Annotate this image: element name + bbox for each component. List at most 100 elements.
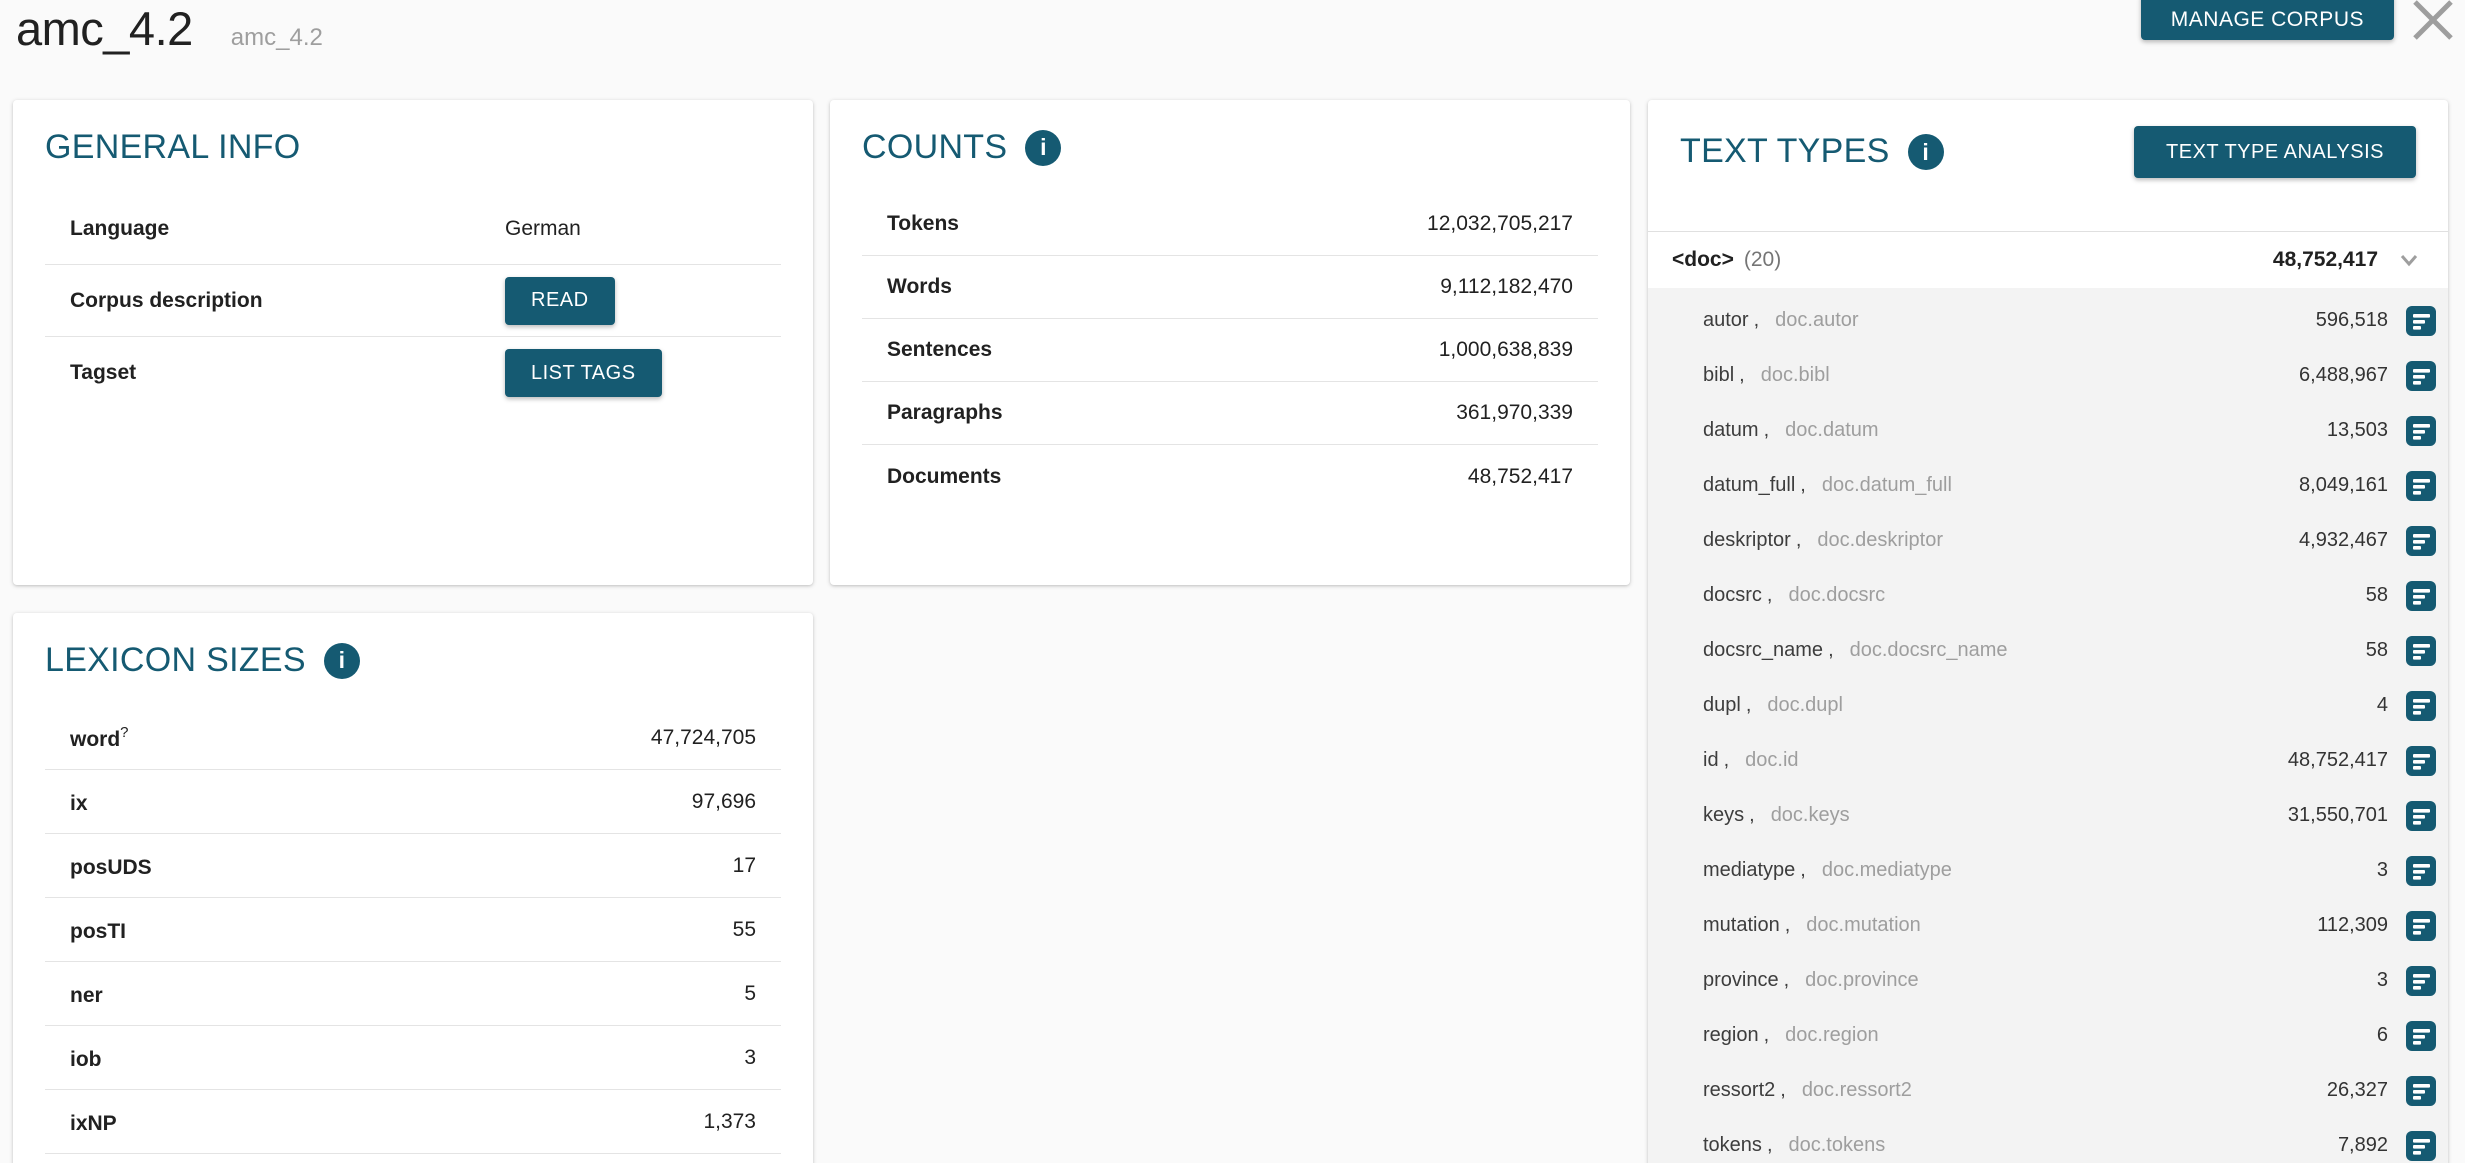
lexicon-attribute-value: 97,696: [692, 790, 756, 814]
doc-structure-row[interactable]: <doc> (20) 48,752,417: [1648, 231, 2448, 288]
attribute-name: deskriptor: [1703, 529, 1791, 552]
count-row: Documents 48,752,417: [862, 445, 1598, 508]
page-subtitle: amc_4.2: [231, 24, 323, 52]
lexicon-attribute-value: 17: [733, 854, 756, 878]
read-description-button[interactable]: READ: [505, 277, 615, 325]
attribute-separator: ,: [1767, 584, 1773, 607]
count-value: 1,000,638,839: [1439, 338, 1573, 362]
lexicon-attribute-value: 47,724,705: [651, 726, 756, 750]
close-icon[interactable]: [2409, 0, 2457, 44]
lexicon-attribute-label: iob: [70, 1044, 102, 1072]
attribute-value: 6,488,967: [2299, 364, 2388, 387]
wordlist-icon[interactable]: [2406, 1131, 2436, 1161]
attribute-value: 3: [2377, 859, 2388, 882]
corpus-description-label: Corpus description: [70, 289, 505, 313]
wordlist-icon[interactable]: [2406, 471, 2436, 501]
count-row: Sentences 1,000,638,839: [862, 319, 1598, 382]
wordlist-icon[interactable]: [2406, 691, 2436, 721]
attribute-value: 7,892: [2338, 1134, 2388, 1157]
attribute-name: docsrc: [1703, 584, 1762, 607]
general-info-card: GENERAL INFO Language German Corpus desc…: [13, 100, 813, 585]
count-row: Words 9,112,182,470: [862, 256, 1598, 319]
lexicon-attribute-value: 3: [744, 1046, 756, 1070]
tagset-label: Tagset: [70, 361, 505, 385]
text-type-attribute-row: datum_full , doc.datum_full 8,049,161: [1648, 458, 2448, 513]
attribute-separator: ,: [1767, 1134, 1773, 1157]
count-label: Words: [887, 275, 952, 299]
list-tags-button[interactable]: LIST TAGS: [505, 349, 662, 397]
lexicon-rows: word? 47,724,705 ix 97,696 posUDS 17 pos…: [13, 706, 813, 1154]
lexicon-attribute-label: ixNP: [70, 1108, 117, 1136]
attribute-path: doc.datum_full: [1822, 474, 1952, 497]
page-title: amc_4.2: [16, 0, 193, 59]
counts-title: COUNTS: [862, 128, 1007, 167]
attribute-path: doc.datum: [1785, 419, 1878, 442]
wordlist-icon[interactable]: [2406, 856, 2436, 886]
corpus-info-page: amc_4.2 amc_4.2 MANAGE CORPUS GENERAL IN…: [0, 0, 2465, 1163]
text-type-attribute-row: province , doc.province 3: [1648, 953, 2448, 1008]
attribute-path: doc.region: [1785, 1024, 1878, 1047]
text-type-attribute-row: autor , doc.autor 596,518: [1648, 293, 2448, 348]
count-label: Paragraphs: [887, 401, 1003, 425]
count-row: Tokens 12,032,705,217: [862, 193, 1598, 256]
lexicon-sizes-card: LEXICON SIZES i word? 47,724,705 ix 97,6…: [13, 613, 813, 1163]
count-row: Paragraphs 361,970,339: [862, 382, 1598, 445]
text-type-analysis-button[interactable]: TEXT TYPE ANALYSIS: [2134, 126, 2416, 178]
attribute-path: doc.docsrc: [1788, 584, 1885, 607]
attribute-separator: ,: [1746, 694, 1752, 717]
attribute-name: datum_full: [1703, 474, 1795, 497]
info-icon[interactable]: i: [324, 643, 360, 679]
tagset-row: Tagset LIST TAGS: [45, 337, 781, 409]
lexicon-row: word? 47,724,705: [45, 706, 781, 770]
page-header: amc_4.2 amc_4.2 MANAGE CORPUS: [0, 0, 2465, 94]
attribute-value: 26,327: [2327, 1079, 2388, 1102]
attribute-name: bibl: [1703, 364, 1734, 387]
attribute-path: doc.deskriptor: [1817, 529, 1943, 552]
text-type-attribute-list: autor , doc.autor 596,518 bibl , doc.bib…: [1648, 288, 2448, 1163]
wordlist-icon[interactable]: [2406, 526, 2436, 556]
wordlist-icon[interactable]: [2406, 911, 2436, 941]
attribute-separator: ,: [1754, 309, 1760, 332]
lexicon-attribute-label: posUDS: [70, 852, 152, 880]
attribute-name: keys: [1703, 804, 1744, 827]
wordlist-icon[interactable]: [2406, 636, 2436, 666]
text-type-attribute-row: dupl , doc.dupl 4: [1648, 678, 2448, 733]
count-label: Sentences: [887, 338, 992, 362]
wordlist-icon[interactable]: [2406, 966, 2436, 996]
info-icon[interactable]: i: [1025, 130, 1061, 166]
count-value: 12,032,705,217: [1427, 212, 1573, 236]
attribute-separator: ,: [1785, 914, 1791, 937]
attribute-value: 4,932,467: [2299, 529, 2388, 552]
text-type-attribute-row: id , doc.id 48,752,417: [1648, 733, 2448, 788]
text-type-attribute-row: region , doc.region 6: [1648, 1008, 2448, 1063]
attribute-path: doc.tokens: [1789, 1134, 1886, 1157]
manage-corpus-button[interactable]: MANAGE CORPUS: [2141, 0, 2394, 40]
wordlist-icon[interactable]: [2406, 306, 2436, 336]
wordlist-icon[interactable]: [2406, 746, 2436, 776]
attribute-separator: ,: [1724, 749, 1730, 772]
text-type-attribute-row: bibl , doc.bibl 6,488,967: [1648, 348, 2448, 403]
wordlist-icon[interactable]: [2406, 416, 2436, 446]
count-value: 361,970,339: [1456, 401, 1573, 425]
wordlist-icon[interactable]: [2406, 1021, 2436, 1051]
attribute-value: 48,752,417: [2288, 749, 2388, 772]
wordlist-icon[interactable]: [2406, 1076, 2436, 1106]
wordlist-icon[interactable]: [2406, 581, 2436, 611]
general-info-rows: Language German Corpus description READ …: [13, 193, 813, 409]
lexicon-attribute-label: ix: [70, 788, 88, 816]
counts-rows: Tokens 12,032,705,217 Words 9,112,182,47…: [830, 193, 1630, 508]
wordlist-icon[interactable]: [2406, 801, 2436, 831]
lexicon-sizes-title: LEXICON SIZES: [45, 641, 306, 680]
language-row: Language German: [45, 193, 781, 265]
info-icon[interactable]: i: [1908, 134, 1944, 170]
lexicon-row: posTI 55: [45, 898, 781, 962]
text-type-attribute-row: ressort2 , doc.ressort2 26,327: [1648, 1063, 2448, 1118]
text-type-attribute-row: mediatype , doc.mediatype 3: [1648, 843, 2448, 898]
attribute-separator: ,: [1796, 529, 1802, 552]
attribute-value: 31,550,701: [2288, 804, 2388, 827]
chevron-down-icon[interactable]: [2394, 245, 2424, 275]
attribute-separator: ,: [1764, 1024, 1770, 1047]
wordlist-icon[interactable]: [2406, 361, 2436, 391]
attribute-name: dupl: [1703, 694, 1741, 717]
attribute-value: 6: [2377, 1024, 2388, 1047]
